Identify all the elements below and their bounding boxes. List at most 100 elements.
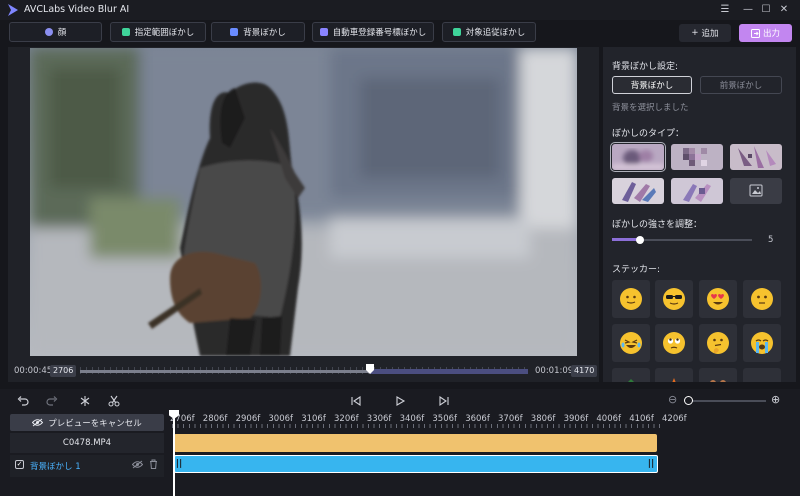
ruler-label: 3406f	[399, 414, 425, 424]
background-blur-segment[interactable]: 背景ぼかし	[612, 76, 692, 94]
sticker-partial-3[interactable]	[699, 368, 737, 382]
object-tracking-blur-button[interactable]: 対象追従ぼかし	[442, 22, 536, 42]
rolling-eyes-icon	[663, 332, 685, 354]
target-icon	[452, 28, 461, 36]
maximize-icon[interactable]: ☐	[758, 3, 774, 17]
eye-icon	[32, 418, 44, 427]
rolling-eyes-sticker[interactable]	[655, 324, 693, 362]
object-tracking-blur-label: 対象追従ぼかし	[465, 28, 526, 38]
add-button[interactable]: + 追加	[679, 24, 731, 42]
pixel-blur-icon	[730, 144, 782, 170]
region-blur-button[interactable]: 指定範囲ぼかし	[110, 22, 206, 42]
video-preview[interactable]	[30, 48, 577, 356]
trash-icon[interactable]	[149, 459, 158, 469]
laughing-tears-sticker[interactable]	[612, 324, 650, 362]
ruler-label: 3806f	[530, 414, 556, 424]
ruler-label: 4006f	[596, 414, 622, 424]
sticker-grid	[603, 278, 796, 382]
custom-image-tile[interactable]	[730, 178, 782, 204]
scrub-selected-range[interactable]	[370, 369, 528, 374]
foreground-blur-segment[interactable]: 前景ぼかし	[700, 76, 782, 94]
mosaic-tile[interactable]	[671, 144, 723, 170]
background-blur-button[interactable]: 背景ぼかし	[211, 22, 305, 42]
zoom-out-icon[interactable]: ⊖	[668, 393, 677, 406]
image-upload-icon	[749, 184, 763, 197]
face-blur-button[interactable]: 顔	[9, 22, 102, 42]
current-time: 00:00:45	[14, 366, 53, 376]
crying-face-sticker[interactable]	[743, 324, 781, 362]
blur-strength-title: ぼかしの強さを調整：	[612, 220, 703, 230]
file-name: C0478.MP4	[62, 438, 112, 448]
ruler-label: 2806f	[202, 414, 228, 424]
play-icon[interactable]	[393, 394, 407, 408]
ruler-label: 3306f	[366, 414, 392, 424]
license-plate-blur-button[interactable]: 自動車登録番号標ぼかし	[312, 22, 434, 42]
undo-icon[interactable]	[16, 394, 30, 408]
app-title: AVCLabs Video Blur AI	[24, 4, 130, 15]
redo-icon[interactable]	[45, 394, 59, 408]
next-frame-icon[interactable]	[437, 394, 451, 408]
gaussian-blur-icon	[612, 144, 664, 170]
thinking-face-sticker[interactable]	[699, 324, 737, 362]
cool-sunglasses-icon	[663, 288, 685, 310]
ruler-ticks	[172, 424, 662, 428]
menu-icon[interactable]: ☰	[717, 3, 733, 17]
sticker-partial-1[interactable]	[612, 368, 650, 382]
slight-smile-sticker[interactable]	[612, 280, 650, 318]
clip-right-handle[interactable]: ||	[647, 457, 655, 471]
face-blur-label: 顔	[57, 28, 67, 38]
blur-layer-clip-bar[interactable]	[174, 455, 658, 473]
layer-name[interactable]: 背景ぼかし 1	[30, 460, 81, 472]
pixel-blur-tile[interactable]	[730, 144, 782, 170]
blur-setting-title: 背景ぼかし設定:	[612, 62, 679, 72]
leaf-sticker-icon	[628, 379, 634, 382]
cancel-preview-button[interactable]: プレビューをキャンセル	[10, 414, 164, 431]
license-plate-blur-label: 自動車登録番号標ぼかし	[332, 28, 427, 38]
ruler-label: 3506f	[432, 414, 458, 424]
white-ball-icon	[750, 375, 774, 382]
crosshair-icon	[121, 28, 130, 36]
export-icon	[750, 28, 760, 38]
sticker-partial-2[interactable]	[655, 368, 693, 382]
heart-eyes-sticker[interactable]	[699, 280, 737, 318]
ruler-label: 4106f	[629, 414, 654, 424]
scissors-icon[interactable]	[107, 394, 121, 408]
cool-sunglasses-sticker[interactable]	[655, 280, 693, 318]
minimize-icon[interactable]: —	[740, 3, 756, 17]
clip-left-handle[interactable]: ||	[175, 457, 183, 471]
scrub-progress	[80, 370, 370, 373]
export-label: 出力	[762, 29, 780, 39]
neutral-face-icon	[751, 288, 773, 310]
region-blur-label: 指定範囲ぼかし	[134, 28, 195, 38]
export-button[interactable]: 出力	[739, 24, 792, 42]
close-icon[interactable]: ✕	[776, 3, 792, 17]
background-blur-label: 背景ぼかし	[243, 28, 286, 38]
zoom-track[interactable]	[686, 400, 766, 402]
stickers-title: ステッカー:	[612, 265, 661, 275]
ruler-label: 3206f	[334, 414, 359, 424]
ruler-label: 3706f	[498, 414, 523, 424]
neutral-face-sticker[interactable]	[743, 280, 781, 318]
ruler-label: 2906f	[235, 414, 261, 424]
pixelate-tile[interactable]	[671, 178, 723, 204]
app-logo-icon	[8, 4, 18, 16]
ruler-label: 3106f	[301, 414, 326, 424]
zoom-knob[interactable]	[684, 396, 693, 405]
gaussian-blur-tile[interactable]	[610, 142, 666, 172]
ruler-label: 3006f	[268, 414, 294, 424]
video-clip-bar[interactable]	[174, 434, 657, 452]
split-icon[interactable]	[78, 394, 92, 408]
blur-strength-knob[interactable]	[636, 236, 644, 244]
current-frame-badge: 2706	[50, 365, 77, 377]
previous-frame-icon[interactable]	[349, 394, 363, 408]
hide-layer-icon[interactable]	[132, 460, 143, 469]
background-icon	[230, 28, 239, 36]
selection-hint: 背景を選択しました	[612, 103, 689, 113]
maple-leaf-icon	[667, 378, 681, 382]
glass-blur-tile[interactable]	[612, 178, 664, 204]
bear-icon	[710, 380, 726, 382]
sticker-partial-4[interactable]	[743, 368, 781, 382]
zoom-in-icon[interactable]: ⊕	[771, 393, 780, 406]
layer-visibility-checkbox[interactable]: ✓	[15, 460, 24, 469]
cancel-preview-label: プレビューをキャンセル	[48, 418, 142, 429]
